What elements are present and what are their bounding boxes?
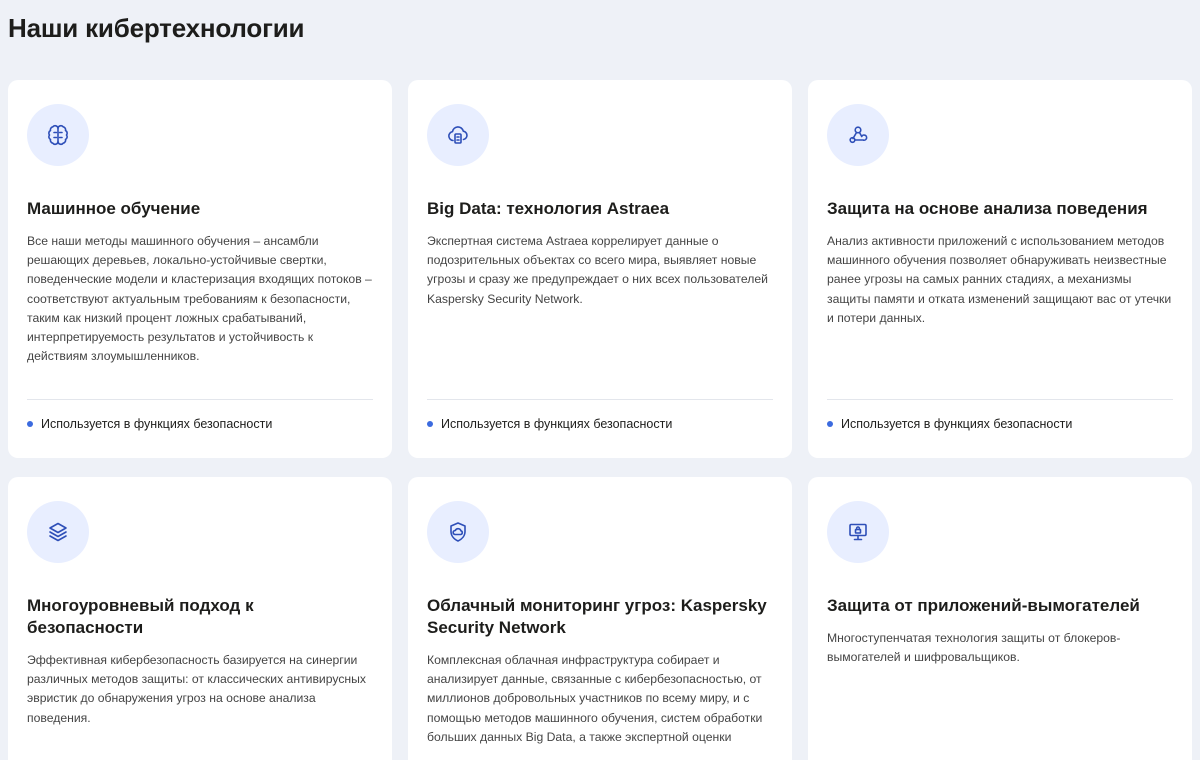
card-description: Эффективная кибербезопасность базируется… [27,653,367,725]
card-footer: Используется в функциях безопасности [427,399,773,431]
card-title: Big Data: технология Astraea [427,199,670,218]
layers-icon [49,522,67,542]
icon-badge [427,501,489,563]
bullet-dot-icon [827,421,833,427]
tech-card-big-data[interactable]: Big Data: технология Astraea Экспертная … [408,80,792,458]
card-description: Комплексная облачная инфраструктура соби… [427,653,763,744]
cloud-database-icon [448,126,468,144]
page: Наши кибертехнологии Машинное обучение В… [0,0,1200,760]
page-title: Наши кибертехнологии [8,13,305,43]
icon-badge [827,501,889,563]
card-footer: Используется в функциях безопасности [27,399,373,431]
card-footer: Используется в функциях безопасности [827,399,1173,431]
icon-badge [827,104,889,166]
tech-card-cloud-monitoring[interactable]: Облачный мониторинг угроз: Kaspersky Sec… [408,477,792,760]
footer-label: Используется в функциях безопасности [441,417,673,431]
card-description: Экспертная система Astraea коррелирует д… [427,234,768,306]
cloud-shield-icon [450,522,466,542]
card-title: Машинное обучение [27,199,201,218]
bullet-dot-icon [427,421,433,427]
card-title: Защита от приложений-вымогателей [827,596,1140,615]
tech-card-ransomware[interactable]: Защита от приложений-вымогателей Многост… [808,477,1192,760]
technologies-grid: Машинное обучение Все наши методы машинн… [8,80,1200,760]
icon-badge [27,501,89,563]
card-title: Многоуровневый подход к безопасности [27,596,254,637]
footer-label: Используется в функциях безопасности [41,417,273,431]
bullet-dot-icon [27,421,33,427]
icon-badge [427,104,489,166]
card-title: Облачный мониторинг угроз: Kaspersky Sec… [427,596,767,637]
card-description: Все наши методы машинного обучения – анс… [27,234,372,364]
tech-card-machine-learning[interactable]: Машинное обучение Все наши методы машинн… [8,80,392,458]
brain-icon [48,124,68,146]
footer-label: Используется в функциях безопасности [841,417,1073,431]
card-description: Многоступенчатая технология защиты от бл… [827,631,1121,665]
card-title: Защита на основе анализа поведения [827,199,1148,218]
tech-card-multilayer[interactable]: Многоуровневый подход к безопасности Эфф… [8,477,392,760]
tech-card-behavior-analysis[interactable]: Защита на основе анализа поведения Анали… [808,80,1192,458]
monitor-lock-icon [849,523,867,541]
card-description: Анализ активности приложений с использов… [827,234,1172,325]
icon-badge [27,104,89,166]
webhook-icon [849,126,868,144]
